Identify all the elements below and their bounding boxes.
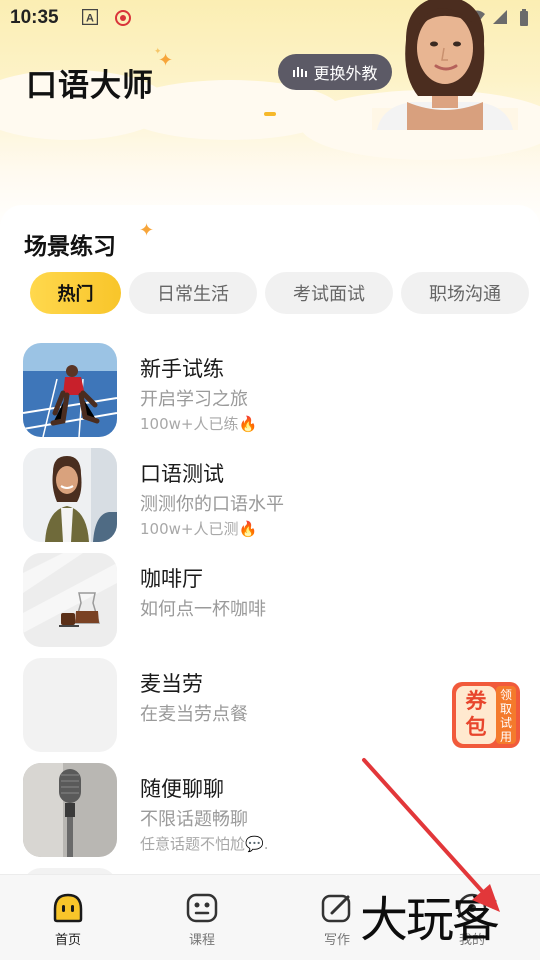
write-icon (321, 894, 351, 923)
tab-label: 考试面试 (293, 284, 365, 305)
item-extra-text: 100w+人已测 (140, 520, 239, 538)
tab-label: 职场沟通 (429, 284, 501, 305)
item-extra: 100w+人已测🔥 (140, 518, 257, 539)
fire-icon: 🔥 (238, 520, 258, 538)
runner-thumbnail (23, 343, 117, 437)
nav-course[interactable]: 课程 (152, 875, 252, 960)
list-item[interactable]: 咖啡厅 如何点一杯咖啡 (0, 553, 540, 653)
section-title: 场景练习 (24, 234, 116, 260)
item-subtitle: 测测你的口语水平 (140, 494, 284, 515)
item-extra: 100w+人已练🔥 (140, 413, 257, 434)
item-subtitle: 不限话题畅聊 (140, 809, 248, 830)
item-title: 口语测试 (140, 462, 224, 486)
teacher-avatar[interactable] (372, 0, 518, 130)
tab-exam-interview[interactable]: 考试面试 (265, 272, 393, 314)
nav-label: 课程 (188, 933, 215, 948)
chat-bubble-icon: 💬 (245, 835, 264, 853)
scene-tabs: 热门 日常生活 考试面试 职场沟通 (30, 272, 540, 316)
carousel-indicator (264, 112, 276, 116)
item-extra-text: 任意话题不怕尬 (140, 835, 246, 853)
item-subtitle: 如何点一杯咖啡 (140, 599, 266, 620)
tab-label: 日常生活 (157, 284, 229, 305)
sparkle-icon: ✦ (154, 47, 162, 57)
audio-bars-icon (293, 67, 308, 77)
item-extra-text: 100w+人已练 (140, 415, 239, 433)
coffee-thumbnail (23, 553, 117, 647)
tab-label: 热门 (57, 284, 94, 305)
watermark: 大玩客 (360, 892, 500, 948)
item-title: 麦当劳 (140, 672, 203, 696)
battery-icon (518, 9, 530, 31)
switch-teacher-button[interactable]: 更换外教 (278, 54, 392, 90)
nav-home[interactable]: 首页 (18, 875, 118, 960)
font-a-icon: A (81, 8, 99, 29)
list-item[interactable]: 新手试练 开启学习之旅 100w+人已练🔥 (0, 343, 540, 443)
tab-hot[interactable]: 热门 (30, 272, 121, 314)
item-subtitle: 在麦当劳点餐 (140, 704, 248, 725)
list-item[interactable]: 随便聊聊 不限话题畅聊 任意话题不怕尬💬. (0, 763, 540, 863)
status-time: 10:35 (10, 7, 59, 28)
item-title: 新手试练 (140, 357, 224, 381)
app-title: 口语大师 (26, 68, 154, 104)
course-icon (186, 893, 218, 923)
tab-workplace[interactable]: 职场沟通 (401, 272, 529, 314)
home-face-icon (53, 893, 83, 923)
mcdonalds-thumbnail (23, 658, 117, 752)
list-item[interactable]: 口语测试 测测你的口语水平 100w+人已测🔥 (0, 448, 540, 548)
woman-thumbnail (23, 448, 117, 542)
svg-text:A: A (86, 13, 94, 25)
sync-icon (114, 9, 132, 31)
microphone-thumbnail (23, 763, 117, 857)
coupon-side-label: 领取试用 (499, 688, 512, 744)
item-title: 随便聊聊 (140, 777, 224, 801)
item-subtitle: 开启学习之旅 (140, 389, 248, 410)
item-extra: 任意话题不怕尬💬. (140, 835, 269, 853)
fire-icon: 🔥 (238, 415, 258, 433)
sparkle-icon: ✦ (139, 220, 155, 241)
coupon-main-label: 券包 (465, 689, 487, 739)
tab-daily-life[interactable]: 日常生活 (129, 272, 257, 314)
coupon-pack-button[interactable]: 券包 领取试用 (452, 682, 520, 748)
switch-teacher-label: 更换外教 (313, 64, 378, 83)
item-title: 咖啡厅 (140, 567, 203, 591)
nav-label: 首页 (54, 933, 81, 948)
